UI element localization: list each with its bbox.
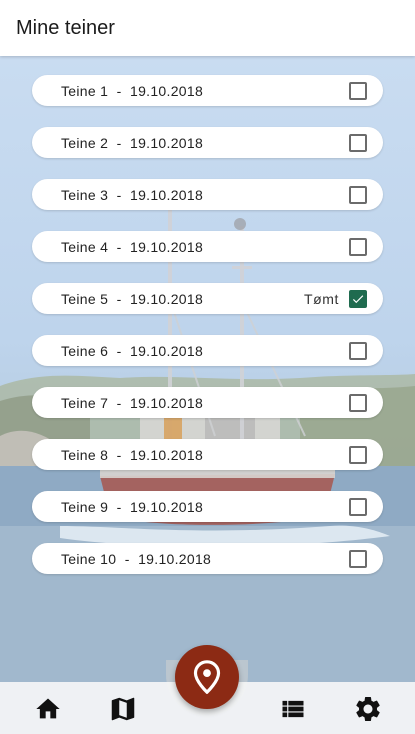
trap-list-item[interactable]: Teine 2 - 19.10.2018 <box>32 127 383 158</box>
nav-list-button[interactable] <box>278 694 308 724</box>
trap-date: 19.10.2018 <box>129 82 204 99</box>
emptied-checkbox[interactable] <box>349 133 367 152</box>
trap-separator: - <box>108 446 130 463</box>
trap-separator: - <box>108 134 130 151</box>
trap-list-item[interactable]: Teine 9 - 19.10.2018 <box>32 491 383 522</box>
trap-name: Teine 4 <box>61 238 109 255</box>
emptied-checkbox[interactable] <box>349 341 367 360</box>
trap-name: Teine 8 <box>61 446 109 463</box>
trap-list-item[interactable]: Teine 7 - 19.10.2018 <box>32 387 383 418</box>
trap-separator: - <box>108 238 130 255</box>
trap-separator: - <box>108 342 130 359</box>
trap-separator: - <box>108 290 130 307</box>
location-fab-button[interactable] <box>175 645 239 709</box>
trap-date: 19.10.2018 <box>129 290 204 307</box>
trap-list-item[interactable]: Teine 6 - 19.10.2018 <box>32 335 383 366</box>
trap-separator: - <box>108 498 130 515</box>
trap-date: 19.10.2018 <box>129 238 204 255</box>
trap-date: 19.10.2018 <box>129 134 204 151</box>
trap-separator: - <box>116 550 139 567</box>
emptied-checkbox[interactable] <box>349 393 367 412</box>
nav-settings-button[interactable] <box>353 694 383 724</box>
trap-list: Teine 1 - 19.10.2018 Teine 2 - 19.10.2018… <box>32 75 383 595</box>
location-pin-icon <box>193 660 221 694</box>
trap-list-item[interactable]: Teine 1 - 19.10.2018 <box>32 75 383 106</box>
emptied-checkbox[interactable] <box>349 497 367 516</box>
trap-separator: - <box>108 82 130 99</box>
trap-date: 19.10.2018 <box>129 186 204 203</box>
trap-date: 19.10.2018 <box>129 342 204 359</box>
trap-name: Teine 3 <box>61 186 109 203</box>
nav-map-button[interactable] <box>108 694 138 724</box>
trap-list-item[interactable]: Teine 5 - 19.10.2018 Tømt <box>32 283 383 314</box>
trap-list-item[interactable]: Teine 8 - 19.10.2018 <box>32 439 383 470</box>
trap-name: Teine 7 <box>61 394 109 411</box>
emptied-checkbox[interactable] <box>349 289 367 308</box>
emptied-checkbox[interactable] <box>349 445 367 464</box>
page-title: Mine teiner <box>16 16 115 39</box>
trap-name: Teine 10 <box>61 550 117 567</box>
trap-date: 19.10.2018 <box>129 498 204 515</box>
list-icon <box>282 700 304 718</box>
trap-list-item[interactable]: Teine 3 - 19.10.2018 <box>32 179 383 210</box>
checkmark-icon <box>352 294 364 303</box>
trap-name: Teine 9 <box>61 498 109 515</box>
trap-name: Teine 5 <box>61 290 109 307</box>
emptied-checkbox[interactable] <box>349 549 367 568</box>
nav-home-button[interactable] <box>33 694 63 724</box>
emptied-checkbox[interactable] <box>349 185 367 204</box>
gear-icon <box>356 697 380 721</box>
trap-date: 19.10.2018 <box>129 394 204 411</box>
trap-date: 19.10.2018 <box>138 550 212 567</box>
trap-list-item[interactable]: Teine 10 - 19.10.2018 <box>32 543 383 574</box>
emptied-label: Tømt <box>303 290 339 307</box>
trap-list-item[interactable]: Teine 4 - 19.10.2018 <box>32 231 383 262</box>
trap-name: Teine 1 <box>61 82 109 99</box>
trap-name: Teine 2 <box>61 134 109 151</box>
emptied-checkbox[interactable] <box>349 237 367 256</box>
trap-separator: - <box>108 394 130 411</box>
trap-name: Teine 6 <box>61 342 109 359</box>
app-bar: Mine teiner <box>0 0 415 56</box>
trap-separator: - <box>108 186 130 203</box>
trap-date: 19.10.2018 <box>129 446 204 463</box>
home-icon <box>36 698 60 719</box>
map-icon <box>111 697 135 721</box>
emptied-checkbox[interactable] <box>349 81 367 100</box>
